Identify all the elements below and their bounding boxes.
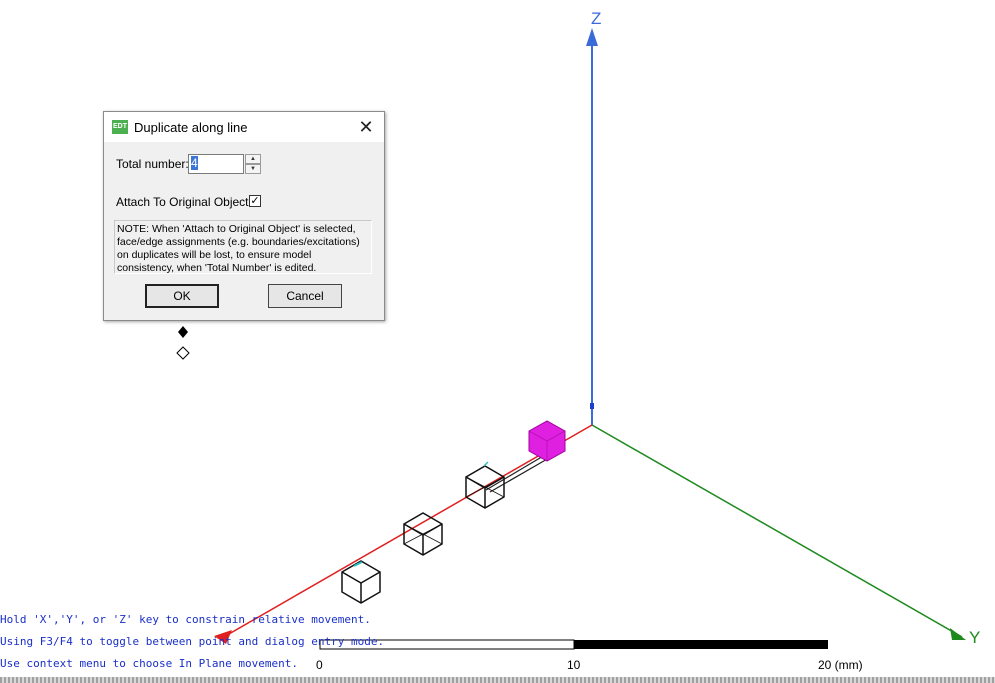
total-number-label: Total number: bbox=[116, 157, 189, 171]
dialog-titlebar[interactable]: EDT Duplicate along line ✕ bbox=[104, 112, 384, 142]
spin-up-icon[interactable]: ▲ bbox=[245, 154, 261, 164]
total-number-value: 4 bbox=[191, 156, 198, 170]
hint-line: Hold 'X','Y', or 'Z' key to constrain re… bbox=[0, 613, 371, 626]
z-axis-marker bbox=[590, 403, 594, 409]
scale-label-10: 10 bbox=[567, 658, 581, 672]
y-axis bbox=[591, 424, 963, 638]
total-number-input[interactable]: 4 bbox=[188, 154, 244, 174]
snap-diamond-outline-icon bbox=[176, 346, 190, 360]
hint-line: Use context menu to choose In Plane move… bbox=[0, 657, 299, 670]
x-axis bbox=[221, 424, 593, 639]
scale-bar-black bbox=[574, 640, 828, 649]
3d-viewport[interactable]: Z Y 0 10 20 (mm) Hold 'X','Y', or 'Z' ke… bbox=[0, 0, 995, 683]
checkmark-icon: ✓ bbox=[250, 195, 260, 207]
z-axis-arrow bbox=[586, 28, 598, 46]
original-cube[interactable] bbox=[528, 420, 566, 462]
attach-checkbox[interactable]: ✓ bbox=[249, 195, 261, 207]
ok-button[interactable]: OK bbox=[145, 284, 219, 308]
scale-label-0: 0 bbox=[316, 658, 323, 672]
note-text: NOTE: When 'Attach to Original Object' i… bbox=[114, 220, 372, 274]
duplicate-along-line-dialog: EDT Duplicate along line ✕ Total number:… bbox=[103, 111, 385, 321]
y-axis-label: Y bbox=[969, 628, 981, 647]
cancel-button[interactable]: Cancel bbox=[268, 284, 342, 308]
y-axis-arrow bbox=[950, 628, 966, 640]
scale-label-20: 20 (mm) bbox=[818, 658, 863, 672]
z-axis-label: Z bbox=[591, 9, 602, 28]
dialog-title: Duplicate along line bbox=[134, 120, 248, 135]
close-icon[interactable]: ✕ bbox=[354, 116, 378, 138]
duplicate-cube-2[interactable] bbox=[403, 512, 443, 556]
duplicate-cube-3[interactable] bbox=[341, 560, 381, 604]
status-border bbox=[0, 677, 995, 683]
duplicate-cube-1[interactable] bbox=[465, 461, 505, 509]
move-vector-line-2 bbox=[489, 457, 550, 493]
app-icon: EDT bbox=[112, 120, 128, 134]
snap-diamond-filled-icon bbox=[178, 326, 188, 338]
scene-svg[interactable] bbox=[0, 0, 995, 683]
attach-label: Attach To Original Object: bbox=[116, 195, 252, 209]
spin-down-icon[interactable]: ▼ bbox=[245, 164, 261, 174]
hint-line: Using F3/F4 to toggle between point and … bbox=[0, 635, 385, 648]
